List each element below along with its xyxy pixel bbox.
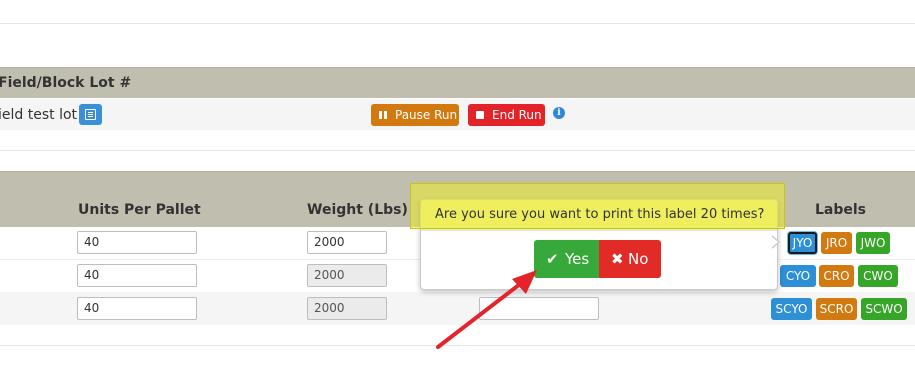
annotation-arrow bbox=[436, 270, 537, 349]
